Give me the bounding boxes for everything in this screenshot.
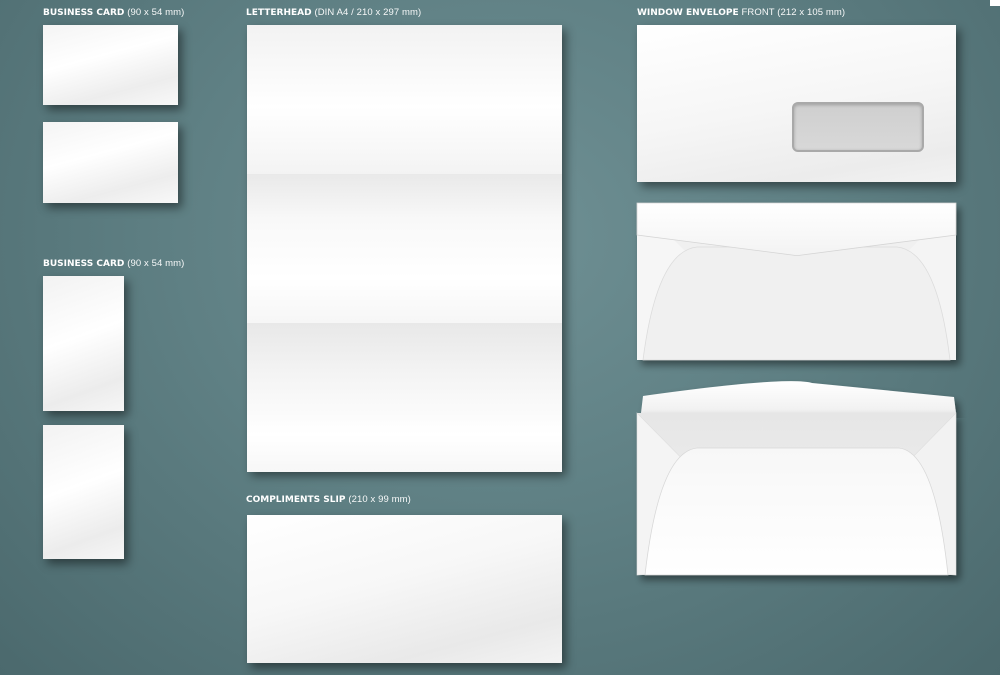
label-spec: FRONT (212 x 105 mm)	[741, 7, 846, 18]
letterhead-fold-middle	[247, 174, 562, 323]
business-card-horizontal-label: BUSINESS CARD (90 x 54 mm)	[43, 7, 184, 19]
label-spec: (90 x 54 mm)	[127, 7, 185, 18]
envelope-address-window	[792, 102, 924, 152]
envelope-back-closed	[636, 202, 957, 361]
label-title: BUSINESS CARD	[43, 259, 125, 269]
letterhead-fold-top	[247, 25, 562, 174]
letterhead-fold-bottom	[247, 323, 562, 472]
label-spec: (DIN A4 / 210 x 297 mm)	[314, 7, 422, 18]
business-card-back	[43, 122, 178, 203]
label-title: WINDOW ENVELOPE	[637, 8, 739, 18]
label-spec: (90 x 54 mm)	[127, 258, 185, 269]
label-title: LETTERHEAD	[246, 8, 312, 18]
business-card-vertical-front	[43, 276, 124, 411]
label-title: COMPLIMENTS SLIP	[246, 495, 346, 505]
business-card-vertical-label: BUSINESS CARD (90 x 54 mm)	[43, 258, 184, 270]
business-card-vertical-back	[43, 425, 124, 559]
letterhead-label: LETTERHEAD (DIN A4 / 210 x 297 mm)	[246, 7, 421, 19]
business-card-front	[43, 25, 178, 105]
window-envelope-label: WINDOW ENVELOPE FRONT (212 x 105 mm)	[637, 7, 845, 19]
corner-marker	[990, 0, 1000, 6]
compliments-slip	[247, 515, 562, 663]
window-envelope-front	[637, 25, 956, 182]
compliments-slip-label: COMPLIMENTS SLIP (210 x 99 mm)	[246, 494, 411, 506]
envelope-back-open	[636, 381, 957, 576]
label-spec: (210 x 99 mm)	[348, 494, 411, 505]
letterhead-sheet	[247, 25, 562, 472]
label-title: BUSINESS CARD	[43, 8, 125, 18]
